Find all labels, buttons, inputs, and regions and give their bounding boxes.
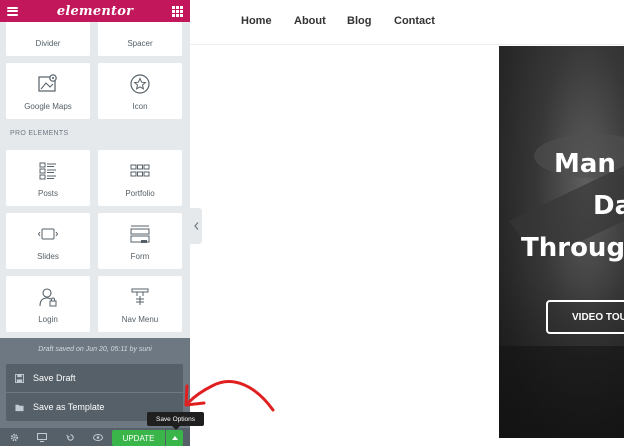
draft-status-text: Draft saved on Jun 20, 05:11 by suni [38, 346, 152, 353]
widget-form[interactable]: Form [98, 213, 182, 269]
widget-spacer[interactable]: Spacer [98, 18, 182, 56]
widget-label: Divider [35, 39, 61, 48]
folder-icon [15, 404, 24, 411]
nav-link-blog[interactable]: Blog [347, 15, 371, 27]
widget-label: Nav Menu [121, 315, 159, 324]
update-button[interactable]: UPDATE [112, 430, 165, 446]
widget-label: Login [38, 315, 58, 324]
nav-link-contact[interactable]: Contact [394, 15, 435, 27]
slides-icon [37, 228, 59, 240]
widget-label: Spacer [127, 39, 153, 48]
video-tour-button[interactable]: VIDEO TOU [546, 300, 624, 334]
caret-up-icon [171, 436, 178, 440]
widget-posts[interactable]: Posts [6, 150, 90, 206]
nav-link-home[interactable]: Home [241, 15, 272, 27]
widget-nav-menu[interactable]: Nav Menu [98, 276, 182, 332]
hero-heading-line-2: Da [593, 191, 624, 221]
widget-divider[interactable]: Divider [6, 18, 90, 56]
elementor-logo: elementor [56, 3, 134, 19]
history-icon[interactable] [56, 428, 84, 446]
posts-icon [39, 162, 56, 180]
nav-link-about[interactable]: About [294, 15, 326, 27]
elementor-panel: elementor Divider Spacer Google Maps Ico… [0, 0, 190, 446]
widget-portfolio[interactable]: Portfolio [98, 150, 182, 206]
save-options-toggle[interactable] [166, 430, 183, 446]
tooltip-arrow [172, 426, 180, 430]
login-icon [39, 288, 57, 307]
google-maps-icon [38, 74, 57, 92]
widget-label: Posts [37, 189, 58, 198]
portfolio-icon [130, 164, 150, 177]
save-draft-label: Save Draft [33, 373, 76, 383]
widget-slides[interactable]: Slides [6, 213, 90, 269]
widget-label: Slides [37, 252, 59, 261]
elementor-editor: elementor Divider Spacer Google Maps Ico… [0, 0, 624, 446]
chevron-left-icon [193, 222, 198, 230]
widget-icon[interactable]: Icon [98, 63, 182, 119]
nav-menu-icon [131, 288, 149, 305]
hero-heading-line-1: Man [554, 149, 616, 179]
panel-collapse-handle[interactable] [190, 208, 202, 244]
form-icon [130, 225, 150, 243]
settings-gear-icon[interactable] [0, 428, 28, 446]
save-draft-button[interactable]: Save Draft [6, 364, 183, 392]
floppy-disk-icon [15, 373, 24, 383]
hero-section: Man Da Throug VIDEO TOU [499, 46, 624, 438]
hero-heading-line-3: Throug [521, 233, 624, 263]
widget-google-maps[interactable]: Google Maps [6, 63, 90, 119]
widget-login[interactable]: Login [6, 276, 90, 332]
widget-label: Google Maps [24, 102, 72, 111]
star-icon [130, 74, 150, 94]
widget-label: Form [130, 252, 150, 261]
hamburger-menu-icon[interactable] [7, 6, 18, 16]
site-navigation: Home About Blog Contact [190, 0, 624, 45]
widget-label: Icon [132, 102, 148, 111]
pro-elements-heading: PRO ELEMENTS [10, 130, 69, 137]
save-as-template-label: Save as Template [33, 402, 105, 412]
widget-label: Portfolio [125, 189, 155, 198]
preview-eye-icon[interactable] [84, 428, 112, 446]
save-options-tooltip: Save Options [147, 412, 204, 426]
panel-header: elementor [0, 0, 190, 22]
responsive-mode-icon[interactable] [28, 428, 56, 446]
widgets-grid-icon[interactable] [171, 5, 183, 17]
